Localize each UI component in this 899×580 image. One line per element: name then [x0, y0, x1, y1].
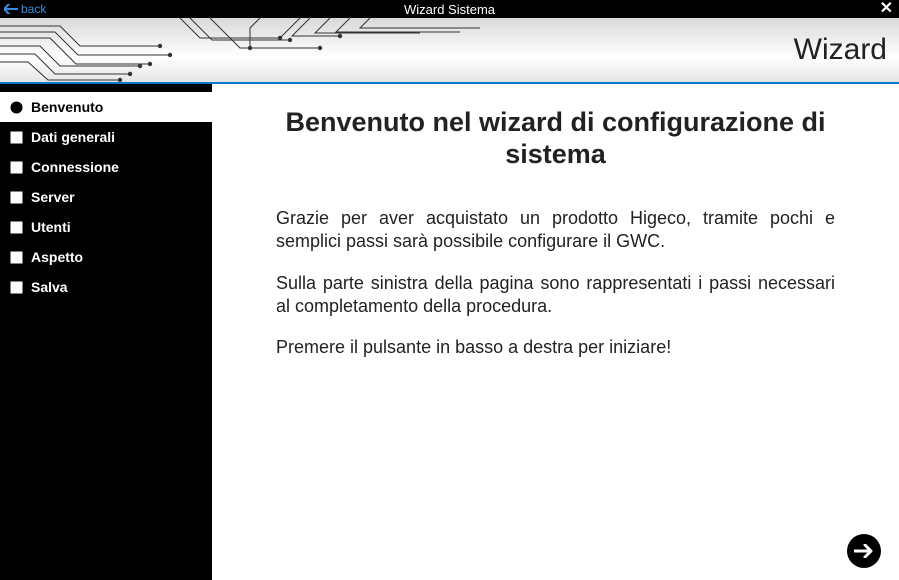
circuit-decoration-icon	[0, 18, 480, 82]
step-bullet-icon	[10, 221, 23, 234]
sidebar-item-server[interactable]: Server	[0, 182, 212, 212]
back-label: back	[21, 2, 46, 16]
body: Benvenuto Dati generali Connessione Serv…	[0, 84, 899, 580]
arrow-right-icon	[854, 544, 874, 558]
page-heading: Benvenuto nel wizard di configurazione d…	[252, 106, 859, 171]
step-bullet-icon	[10, 251, 23, 264]
close-button[interactable]: ✕	[880, 1, 893, 17]
step-bullet-icon	[10, 191, 23, 204]
window-title: Wizard Sistema	[404, 2, 495, 17]
back-button[interactable]: back	[4, 2, 46, 16]
sidebar: Benvenuto Dati generali Connessione Serv…	[0, 84, 212, 580]
banner: Wizard	[0, 18, 899, 82]
step-bullet-icon	[10, 161, 23, 174]
sidebar-item-utenti[interactable]: Utenti	[0, 212, 212, 242]
sidebar-item-salva[interactable]: Salva	[0, 272, 212, 302]
close-icon: ✕	[880, 0, 893, 17]
main-content: Benvenuto nel wizard di configurazione d…	[212, 84, 899, 580]
banner-title: Wizard	[794, 33, 887, 67]
intro-paragraph-2: Sulla parte sinistra della pagina sono r…	[276, 272, 835, 319]
titlebar: back Wizard Sistema ✕	[0, 0, 899, 18]
sidebar-item-benvenuto[interactable]: Benvenuto	[0, 92, 212, 122]
sidebar-item-label: Salva	[31, 279, 68, 295]
sidebar-item-label: Server	[31, 189, 75, 205]
sidebar-item-label: Aspetto	[31, 249, 83, 265]
sidebar-item-label: Connessione	[31, 159, 119, 175]
intro-paragraph-3: Premere il pulsante in basso a destra pe…	[276, 336, 835, 359]
sidebar-item-label: Utenti	[31, 219, 71, 235]
sidebar-item-aspetto[interactable]: Aspetto	[0, 242, 212, 272]
step-bullet-active-icon	[10, 101, 23, 114]
sidebar-item-label: Dati generali	[31, 129, 115, 145]
sidebar-item-dati-generali[interactable]: Dati generali	[0, 122, 212, 152]
back-arrow-icon	[4, 4, 18, 14]
step-bullet-icon	[10, 281, 23, 294]
intro-paragraph-1: Grazie per aver acquistato un prodotto H…	[276, 207, 835, 254]
sidebar-item-label: Benvenuto	[31, 99, 103, 115]
next-button[interactable]	[847, 534, 881, 568]
sidebar-item-connessione[interactable]: Connessione	[0, 152, 212, 182]
step-bullet-icon	[10, 131, 23, 144]
